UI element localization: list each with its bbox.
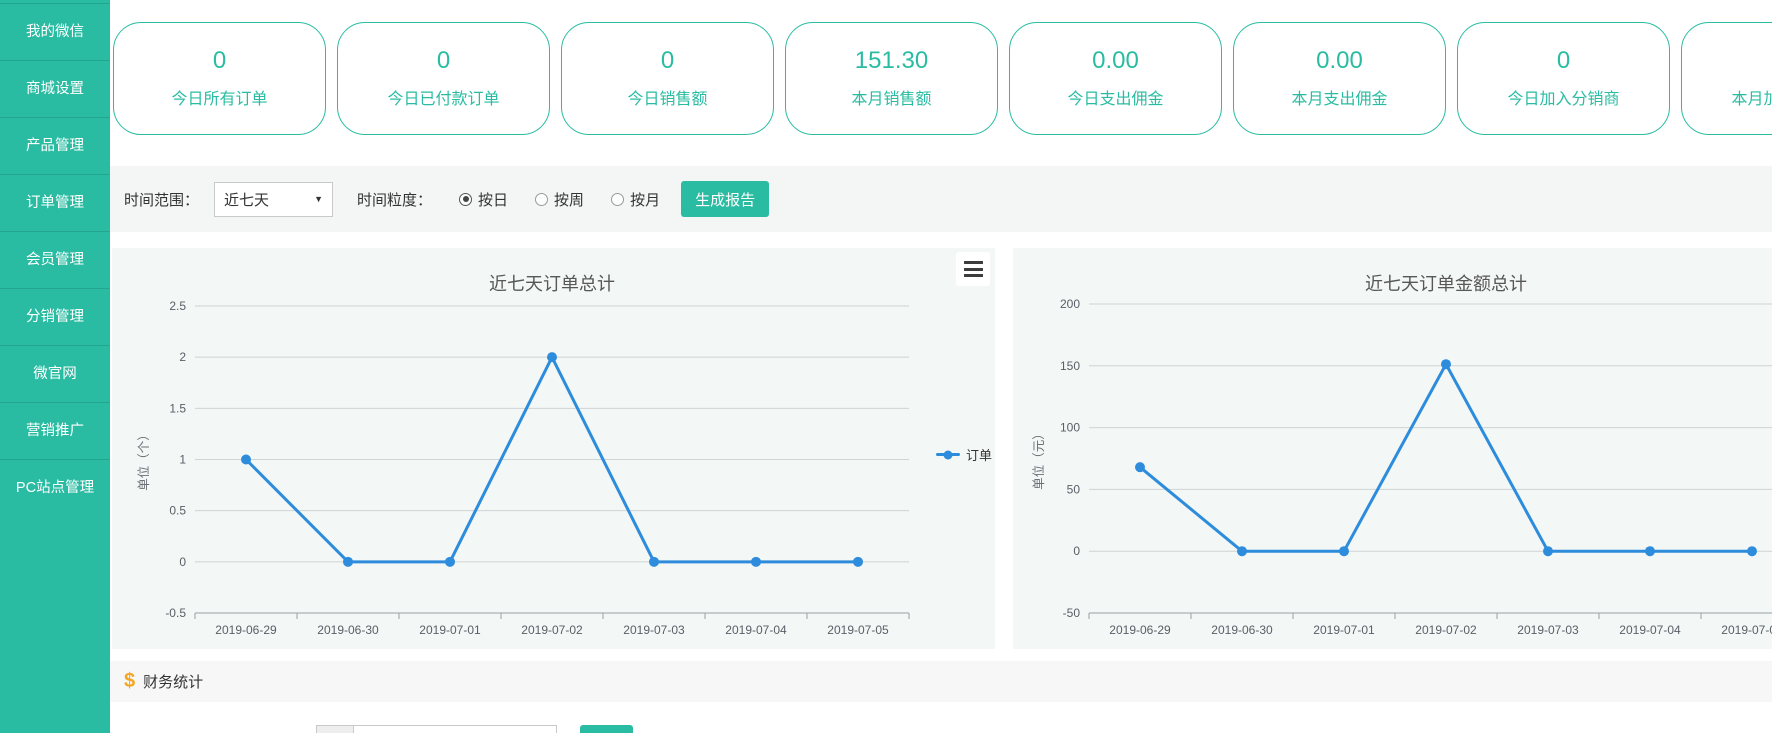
stat-label: 今日所有订单 bbox=[171, 85, 267, 109]
stat-card-month-sales: 151.30 本月销售额 bbox=[785, 22, 998, 135]
sidebar-item-orders[interactable]: 订单管理 bbox=[0, 174, 110, 231]
svg-text:2019-07-03: 2019-07-03 bbox=[1517, 623, 1579, 637]
finance-section-title: 财务统计 bbox=[143, 671, 203, 692]
orders-chart-panel: 2.5 2 1.5 1 0.5 0 -0.5 2019-06-29 2019-06-30 2019… bbox=[112, 248, 995, 649]
svg-text:近七天订单总计: 近七天订单总计 bbox=[489, 274, 615, 294]
svg-text:0: 0 bbox=[179, 555, 186, 569]
svg-text:2019-07-04: 2019-07-04 bbox=[725, 623, 787, 637]
svg-text:0: 0 bbox=[1073, 544, 1080, 558]
svg-text:2019-07-02: 2019-07-02 bbox=[521, 623, 583, 637]
stat-label: 本月加入分销商 bbox=[1731, 85, 1772, 109]
svg-text:2019-07-03: 2019-07-03 bbox=[623, 623, 685, 637]
stat-value: 0 bbox=[1557, 48, 1570, 74]
svg-text:1: 1 bbox=[179, 453, 186, 467]
svg-text:50: 50 bbox=[1067, 482, 1081, 496]
sidebar-item-distribution[interactable]: 分销管理 bbox=[0, 288, 110, 345]
stat-label: 本月销售额 bbox=[851, 85, 931, 109]
stat-label: 今日支出佣金 bbox=[1067, 85, 1163, 109]
svg-text:2.5: 2.5 bbox=[169, 299, 186, 313]
svg-text:150: 150 bbox=[1060, 359, 1080, 373]
generate-report-button[interactable]: 生成报告 bbox=[681, 181, 769, 217]
svg-text:0.5: 0.5 bbox=[169, 504, 186, 518]
sidebar-item-pc-site[interactable]: PC站点管理 bbox=[0, 459, 110, 516]
stat-card-today-sales: 0 今日销售额 bbox=[561, 22, 774, 135]
svg-text:2019-07-01: 2019-07-01 bbox=[1313, 623, 1375, 637]
finance-section-header: $ 财务统计 bbox=[110, 661, 1772, 702]
finance-input-addon bbox=[316, 725, 354, 733]
radio-label: 按周 bbox=[554, 189, 584, 210]
stat-value: 0 bbox=[213, 48, 226, 74]
svg-text:单位（元）: 单位（元） bbox=[1031, 427, 1046, 490]
svg-text:2019-07-05: 2019-07-05 bbox=[1721, 623, 1772, 637]
svg-text:2019-07-01: 2019-07-01 bbox=[419, 623, 481, 637]
stat-value: 0 bbox=[661, 48, 674, 74]
radio-by-week[interactable]: 按周 bbox=[535, 189, 584, 210]
svg-text:近七天订单金额总计: 近七天订单金额总计 bbox=[1365, 274, 1527, 294]
svg-text:2019-06-30: 2019-06-30 bbox=[1211, 623, 1273, 637]
stat-card-month-distributors: 0 本月加入分销商 bbox=[1681, 22, 1772, 135]
stat-label: 本月支出佣金 bbox=[1291, 85, 1387, 109]
sidebar: 我的微信 商城设置 产品管理 订单管理 会员管理 分销管理 微官网 营销推广 P… bbox=[0, 0, 110, 733]
dollar-icon: $ bbox=[124, 670, 135, 693]
legend-label: 订单 bbox=[966, 445, 992, 464]
time-range-value: 近七天 bbox=[224, 189, 269, 210]
order-amount-line-chart: 200 150 100 50 0 -50 2019-06-29 2019-06-30 2019-… bbox=[1013, 248, 1772, 649]
svg-text:单位（个）: 单位（个） bbox=[136, 428, 151, 491]
radio-by-day[interactable]: 按日 bbox=[459, 189, 508, 210]
svg-text:2019-07-05: 2019-07-05 bbox=[827, 623, 889, 637]
stat-card-today-distributors: 0 今日加入分销商 bbox=[1457, 22, 1670, 135]
order-amount-chart-panel: 200 150 100 50 0 -50 2019-06-29 2019-06-30 2019-… bbox=[1013, 248, 1772, 649]
svg-text:2019-06-29: 2019-06-29 bbox=[215, 623, 277, 637]
svg-text:-50: -50 bbox=[1063, 606, 1081, 620]
svg-text:2019-06-30: 2019-06-30 bbox=[317, 623, 379, 637]
stat-cards-row: 0 今日所有订单 0 今日已付款订单 0 今日销售额 151.30 本月销售额 … bbox=[113, 22, 1772, 135]
time-range-label: 时间范围： bbox=[124, 189, 199, 210]
svg-text:200: 200 bbox=[1060, 297, 1080, 311]
dashboard-screen: 我的微信 商城设置 产品管理 订单管理 会员管理 分销管理 微官网 营销推广 P… bbox=[0, 0, 1772, 733]
stat-label: 今日加入分销商 bbox=[1507, 85, 1619, 109]
finance-submit-button[interactable] bbox=[580, 725, 633, 733]
stat-card-today-commission: 0.00 今日支出佣金 bbox=[1009, 22, 1222, 135]
svg-text:-0.5: -0.5 bbox=[165, 606, 186, 620]
chevron-down-icon: ▼ bbox=[314, 194, 323, 204]
sidebar-item-micro-site[interactable]: 微官网 bbox=[0, 345, 110, 402]
svg-text:2: 2 bbox=[179, 350, 186, 364]
chart-menu-button[interactable] bbox=[956, 252, 990, 286]
stat-value: 0 bbox=[437, 48, 450, 74]
time-range-select[interactable]: 近七天 ▼ bbox=[214, 182, 333, 217]
svg-text:1.5: 1.5 bbox=[169, 401, 186, 415]
radio-label: 按月 bbox=[630, 189, 660, 210]
radio-dot-icon bbox=[459, 193, 472, 206]
chart-legend-orders[interactable]: 订单 bbox=[936, 445, 992, 464]
stat-value: 0.00 bbox=[1316, 48, 1363, 74]
radio-label: 按日 bbox=[478, 189, 508, 210]
radio-by-month[interactable]: 按月 bbox=[611, 189, 660, 210]
granularity-label: 时间粒度： bbox=[357, 189, 432, 210]
radio-dot-icon bbox=[535, 193, 548, 206]
svg-text:2019-07-02: 2019-07-02 bbox=[1415, 623, 1477, 637]
stat-label: 今日已付款订单 bbox=[387, 85, 499, 109]
sidebar-item-shop-settings[interactable]: 商城设置 bbox=[0, 60, 110, 117]
sidebar-item-marketing[interactable]: 营销推广 bbox=[0, 402, 110, 459]
svg-text:2019-07-04: 2019-07-04 bbox=[1619, 623, 1681, 637]
legend-line-dot-icon bbox=[936, 453, 960, 456]
sidebar-item-my-wechat[interactable]: 我的微信 bbox=[0, 3, 110, 60]
stat-card-month-commission: 0.00 本月支出佣金 bbox=[1233, 22, 1446, 135]
finance-search-input[interactable] bbox=[353, 725, 557, 733]
svg-text:100: 100 bbox=[1060, 421, 1080, 435]
sidebar-item-products[interactable]: 产品管理 bbox=[0, 117, 110, 174]
svg-text:2019-06-29: 2019-06-29 bbox=[1109, 623, 1171, 637]
orders-line-chart: 2.5 2 1.5 1 0.5 0 -0.5 2019-06-29 2019-06-30 2019… bbox=[112, 248, 995, 649]
stat-card-today-orders: 0 今日所有订单 bbox=[113, 22, 326, 135]
hamburger-icon bbox=[964, 261, 983, 264]
stat-value: 151.30 bbox=[855, 48, 928, 74]
stat-card-today-paid-orders: 0 今日已付款订单 bbox=[337, 22, 550, 135]
stat-value: 0.00 bbox=[1092, 48, 1139, 74]
sidebar-item-members[interactable]: 会员管理 bbox=[0, 231, 110, 288]
stat-label: 今日销售额 bbox=[627, 85, 707, 109]
radio-dot-icon bbox=[611, 193, 624, 206]
filter-bar: 时间范围： 近七天 ▼ 时间粒度： 按日 按周 按月 生成报告 bbox=[110, 166, 1772, 232]
